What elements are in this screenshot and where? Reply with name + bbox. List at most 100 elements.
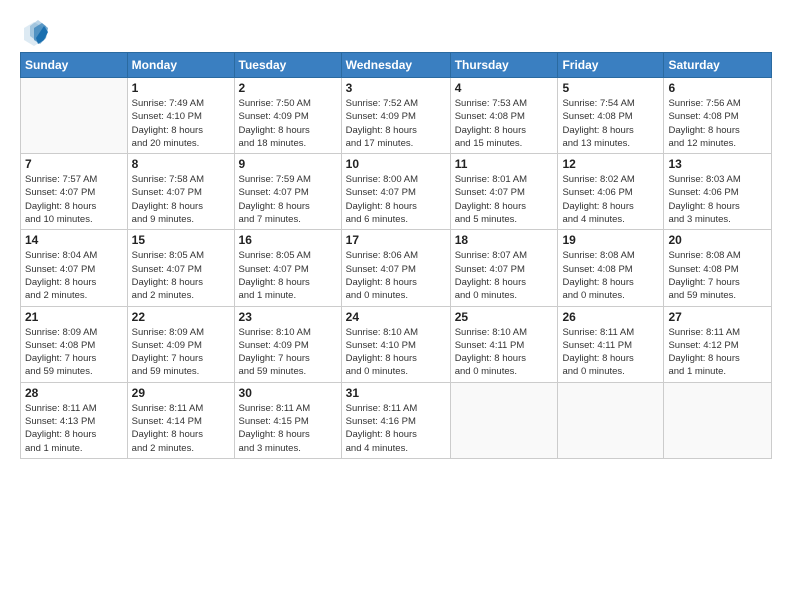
day-number: 3	[346, 81, 446, 95]
calendar-cell: 27 Sunrise: 8:11 AMSunset: 4:12 PMDayligh…	[664, 306, 772, 382]
day-info: Sunrise: 8:08 AMSunset: 4:08 PMDaylight:…	[562, 249, 659, 302]
calendar-cell: 14 Sunrise: 8:04 AMSunset: 4:07 PMDayligh…	[21, 230, 128, 306]
calendar-cell: 18 Sunrise: 8:07 AMSunset: 4:07 PMDayligh…	[450, 230, 558, 306]
calendar-cell: 29 Sunrise: 8:11 AMSunset: 4:14 PMDayligh…	[127, 382, 234, 458]
calendar-cell	[450, 382, 558, 458]
day-number: 2	[239, 81, 337, 95]
day-number: 29	[132, 386, 230, 400]
day-info: Sunrise: 8:08 AMSunset: 4:08 PMDaylight:…	[668, 249, 767, 302]
day-number: 19	[562, 233, 659, 247]
day-number: 6	[668, 81, 767, 95]
day-number: 31	[346, 386, 446, 400]
header	[20, 18, 772, 46]
calendar-cell: 7 Sunrise: 7:57 AMSunset: 4:07 PMDaylight…	[21, 154, 128, 230]
day-info: Sunrise: 7:52 AMSunset: 4:09 PMDaylight:…	[346, 97, 446, 150]
day-number: 15	[132, 233, 230, 247]
day-info: Sunrise: 8:05 AMSunset: 4:07 PMDaylight:…	[239, 249, 337, 302]
day-info: Sunrise: 8:11 AMSunset: 4:12 PMDaylight:…	[668, 326, 767, 379]
day-info: Sunrise: 8:11 AMSunset: 4:13 PMDaylight:…	[25, 402, 123, 455]
calendar-cell: 10 Sunrise: 8:00 AMSunset: 4:07 PMDayligh…	[341, 154, 450, 230]
day-info: Sunrise: 7:54 AMSunset: 4:08 PMDaylight:…	[562, 97, 659, 150]
calendar-table: SundayMondayTuesdayWednesdayThursdayFrid…	[20, 52, 772, 459]
day-number: 23	[239, 310, 337, 324]
day-info: Sunrise: 7:49 AMSunset: 4:10 PMDaylight:…	[132, 97, 230, 150]
calendar-cell: 1 Sunrise: 7:49 AMSunset: 4:10 PMDaylight…	[127, 78, 234, 154]
day-number: 8	[132, 157, 230, 171]
day-info: Sunrise: 7:56 AMSunset: 4:08 PMDaylight:…	[668, 97, 767, 150]
week-row-4: 28 Sunrise: 8:11 AMSunset: 4:13 PMDayligh…	[21, 382, 772, 458]
day-info: Sunrise: 8:06 AMSunset: 4:07 PMDaylight:…	[346, 249, 446, 302]
calendar-cell: 26Sunrise: 8:11 AMSunset: 4:11 PMDayligh…	[558, 306, 664, 382]
day-number: 21	[25, 310, 123, 324]
day-info: Sunrise: 8:00 AMSunset: 4:07 PMDaylight:…	[346, 173, 446, 226]
calendar-cell: 20 Sunrise: 8:08 AMSunset: 4:08 PMDayligh…	[664, 230, 772, 306]
day-info: Sunrise: 8:11 AMSunset: 4:16 PMDaylight:…	[346, 402, 446, 455]
day-number: 14	[25, 233, 123, 247]
weekday-sunday: Sunday	[21, 53, 128, 78]
day-number: 22	[132, 310, 230, 324]
day-number: 5	[562, 81, 659, 95]
calendar-cell: 2 Sunrise: 7:50 AMSunset: 4:09 PMDaylight…	[234, 78, 341, 154]
calendar-cell: 8 Sunrise: 7:58 AMSunset: 4:07 PMDaylight…	[127, 154, 234, 230]
calendar-cell: 21 Sunrise: 8:09 AMSunset: 4:08 PMDayligh…	[21, 306, 128, 382]
day-number: 1	[132, 81, 230, 95]
day-info: Sunrise: 8:11 AMSunset: 4:15 PMDaylight:…	[239, 402, 337, 455]
day-number: 28	[25, 386, 123, 400]
weekday-friday: Friday	[558, 53, 664, 78]
weekday-monday: Monday	[127, 53, 234, 78]
calendar-cell: 11 Sunrise: 8:01 AMSunset: 4:07 PMDayligh…	[450, 154, 558, 230]
day-info: Sunrise: 8:10 AMSunset: 4:11 PMDaylight:…	[455, 326, 554, 379]
day-info: Sunrise: 7:59 AMSunset: 4:07 PMDaylight:…	[239, 173, 337, 226]
day-info: Sunrise: 8:02 AMSunset: 4:06 PMDaylight:…	[562, 173, 659, 226]
day-number: 10	[346, 157, 446, 171]
day-number: 7	[25, 157, 123, 171]
logo-icon	[20, 18, 48, 46]
day-number: 4	[455, 81, 554, 95]
calendar-cell: 24 Sunrise: 8:10 AMSunset: 4:10 PMDayligh…	[341, 306, 450, 382]
week-row-1: 7 Sunrise: 7:57 AMSunset: 4:07 PMDaylight…	[21, 154, 772, 230]
day-number: 9	[239, 157, 337, 171]
day-info: Sunrise: 8:10 AMSunset: 4:09 PMDaylight:…	[239, 326, 337, 379]
logo	[20, 18, 52, 46]
week-row-2: 14 Sunrise: 8:04 AMSunset: 4:07 PMDayligh…	[21, 230, 772, 306]
day-info: Sunrise: 8:04 AMSunset: 4:07 PMDaylight:…	[25, 249, 123, 302]
weekday-wednesday: Wednesday	[341, 53, 450, 78]
calendar-cell: 15Sunrise: 8:05 AMSunset: 4:07 PMDayligh…	[127, 230, 234, 306]
day-info: Sunrise: 7:53 AMSunset: 4:08 PMDaylight:…	[455, 97, 554, 150]
calendar-cell: 4 Sunrise: 7:53 AMSunset: 4:08 PMDaylight…	[450, 78, 558, 154]
calendar-cell: 9 Sunrise: 7:59 AMSunset: 4:07 PMDaylight…	[234, 154, 341, 230]
calendar-cell: 13Sunrise: 8:03 AMSunset: 4:06 PMDayligh…	[664, 154, 772, 230]
day-number: 20	[668, 233, 767, 247]
day-number: 27	[668, 310, 767, 324]
calendar-cell: 31 Sunrise: 8:11 AMSunset: 4:16 PMDayligh…	[341, 382, 450, 458]
day-number: 12	[562, 157, 659, 171]
day-number: 24	[346, 310, 446, 324]
calendar-cell	[21, 78, 128, 154]
day-number: 18	[455, 233, 554, 247]
day-info: Sunrise: 8:11 AMSunset: 4:14 PMDaylight:…	[132, 402, 230, 455]
week-row-0: 1 Sunrise: 7:49 AMSunset: 4:10 PMDaylight…	[21, 78, 772, 154]
weekday-saturday: Saturday	[664, 53, 772, 78]
day-info: Sunrise: 7:58 AMSunset: 4:07 PMDaylight:…	[132, 173, 230, 226]
calendar-cell	[664, 382, 772, 458]
calendar-cell: 23 Sunrise: 8:10 AMSunset: 4:09 PMDayligh…	[234, 306, 341, 382]
day-info: Sunrise: 8:09 AMSunset: 4:09 PMDaylight:…	[132, 326, 230, 379]
calendar-cell	[558, 382, 664, 458]
day-info: Sunrise: 8:11 AMSunset: 4:11 PMDaylight:…	[562, 326, 659, 379]
day-info: Sunrise: 8:10 AMSunset: 4:10 PMDaylight:…	[346, 326, 446, 379]
day-info: Sunrise: 8:03 AMSunset: 4:06 PMDaylight:…	[668, 173, 767, 226]
calendar-cell: 22 Sunrise: 8:09 AMSunset: 4:09 PMDayligh…	[127, 306, 234, 382]
calendar-cell: 19 Sunrise: 8:08 AMSunset: 4:08 PMDayligh…	[558, 230, 664, 306]
day-number: 11	[455, 157, 554, 171]
day-info: Sunrise: 7:50 AMSunset: 4:09 PMDaylight:…	[239, 97, 337, 150]
day-info: Sunrise: 7:57 AMSunset: 4:07 PMDaylight:…	[25, 173, 123, 226]
page: SundayMondayTuesdayWednesdayThursdayFrid…	[0, 0, 792, 612]
week-row-3: 21 Sunrise: 8:09 AMSunset: 4:08 PMDayligh…	[21, 306, 772, 382]
calendar-cell: 28 Sunrise: 8:11 AMSunset: 4:13 PMDayligh…	[21, 382, 128, 458]
calendar-cell: 30Sunrise: 8:11 AMSunset: 4:15 PMDayligh…	[234, 382, 341, 458]
day-number: 16	[239, 233, 337, 247]
day-info: Sunrise: 8:07 AMSunset: 4:07 PMDaylight:…	[455, 249, 554, 302]
day-info: Sunrise: 8:01 AMSunset: 4:07 PMDaylight:…	[455, 173, 554, 226]
day-info: Sunrise: 8:09 AMSunset: 4:08 PMDaylight:…	[25, 326, 123, 379]
calendar-cell: 12 Sunrise: 8:02 AMSunset: 4:06 PMDayligh…	[558, 154, 664, 230]
